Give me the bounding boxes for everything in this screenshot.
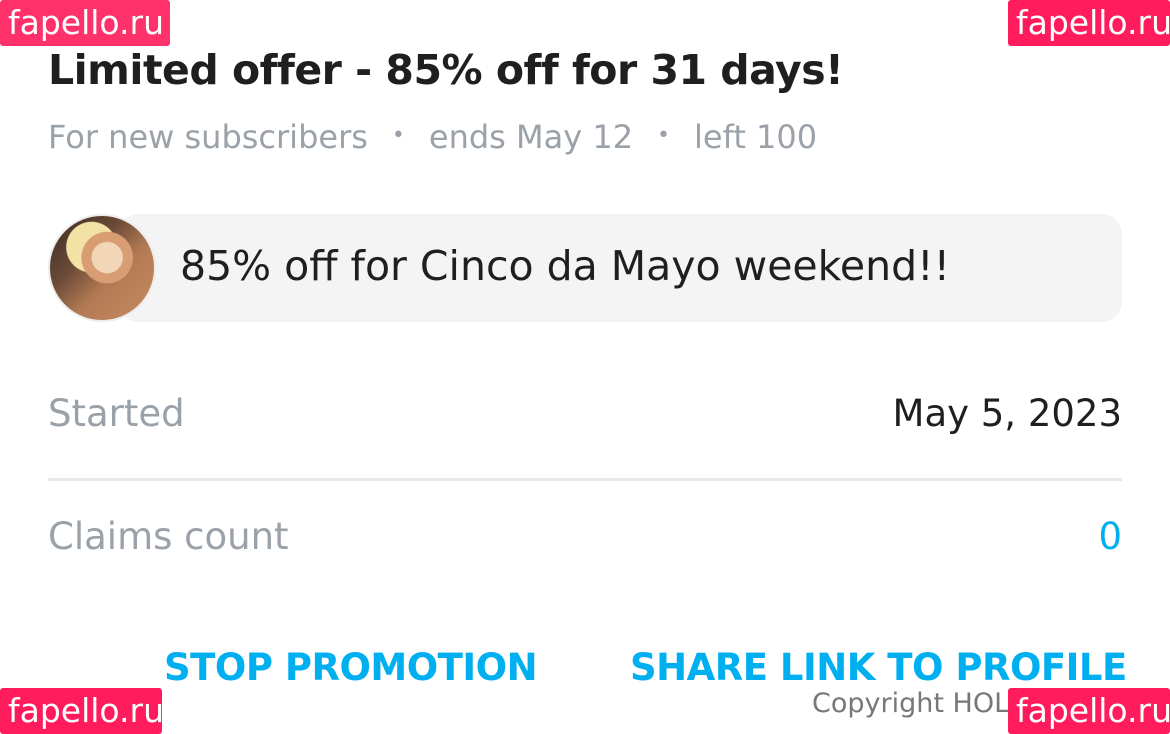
copyright-text: Copyright HOL [812,688,1010,719]
offer-meta: For new subscribers • ends May 12 • left… [48,118,817,156]
offer-audience: For new subscribers [48,118,368,156]
meta-separator: • [657,122,671,148]
watermark: fapello.ru [1008,688,1170,734]
started-label: Started [48,392,185,435]
watermark: fapello.ru [0,0,170,46]
offer-title: Limited offer - 85% off for 31 days! [48,46,844,94]
claims-label: Claims count [48,515,289,558]
offer-ends: ends May 12 [428,118,634,156]
claims-row: Claims count 0 [48,515,1122,558]
avatar[interactable] [48,214,156,322]
watermark: fapello.ru [0,688,164,734]
offer-remaining: left 100 [694,118,818,156]
divider [48,478,1122,481]
message-text: 85% off for Cinco da Mayo weekend!! [180,242,951,290]
claims-count-link[interactable]: 0 [1098,515,1122,558]
share-link-button[interactable]: SHARE LINK TO PROFILE [630,646,1127,689]
meta-separator: • [391,122,405,148]
watermark: fapello.ru [1008,0,1170,46]
promo-message: 85% off for Cinco da Mayo weekend!! [48,214,1122,322]
stop-promotion-button[interactable]: STOP PROMOTION [164,646,538,689]
started-value: May 5, 2023 [892,392,1122,435]
started-row: Started May 5, 2023 [48,392,1122,435]
